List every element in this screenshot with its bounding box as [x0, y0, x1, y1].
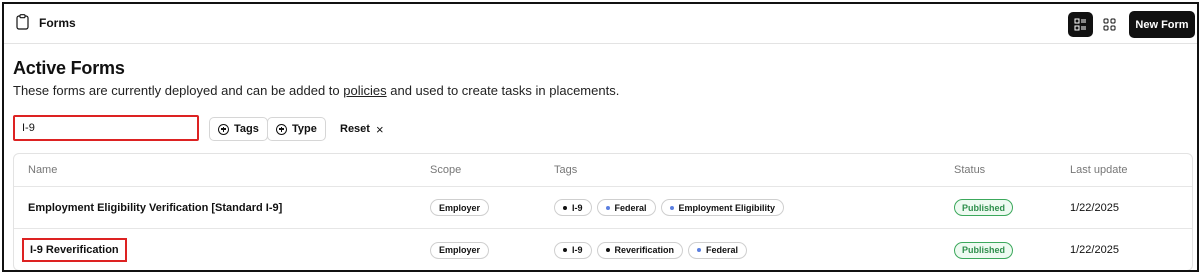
last-update: 1/22/2025 [1070, 244, 1119, 256]
forms-table: Name Scope Tags Status Last update Emplo… [13, 153, 1193, 270]
tag-dot-icon [605, 205, 610, 210]
table-header: Name Scope Tags Status Last update [14, 154, 1192, 187]
tags-filter-button[interactable]: Tags [209, 117, 268, 141]
tag-pill: Reverification [596, 241, 684, 259]
form-name-cell: I-9 Reverification [22, 238, 127, 262]
new-form-button[interactable]: New Form [1129, 11, 1195, 38]
tags-cell: I-9 Reverification Federal [554, 241, 748, 259]
tags-cell: I-9 Federal Employment Eligibility [554, 199, 785, 216]
column-header-name[interactable]: Name [28, 164, 57, 176]
tag-pill: I-9 [554, 241, 592, 259]
form-name[interactable]: Employment Eligibility Verification [Sta… [28, 202, 282, 214]
policies-link[interactable]: policies [343, 83, 386, 98]
list-view-icon [1074, 18, 1086, 31]
tag-label: Reverification [614, 245, 675, 255]
page-description: These forms are currently deployed and c… [13, 83, 619, 98]
status-badge: Published [954, 199, 1014, 216]
tag-label: Employment Eligibility [678, 202, 776, 213]
tag-label: Federal [614, 202, 647, 213]
column-header-tags[interactable]: Tags [554, 164, 577, 176]
last-update: 1/22/2025 [1070, 201, 1119, 214]
tag-label: Federal [706, 245, 739, 255]
scope-cell: Employer [430, 241, 490, 259]
tags-filter-label: Tags [234, 123, 259, 135]
type-filter-label: Type [292, 123, 317, 135]
page-title: Active Forms [13, 58, 125, 78]
search-input[interactable] [13, 115, 199, 141]
description-text-end: and used to create tasks in placements. [386, 83, 620, 98]
status-cell: Published [954, 241, 1014, 259]
column-header-scope[interactable]: Scope [430, 164, 461, 176]
scope-cell: Employer [430, 199, 490, 216]
description-text-start: These forms are currently deployed and c… [13, 83, 344, 98]
reset-label: Reset [340, 123, 370, 135]
reset-button[interactable]: Reset × [340, 117, 384, 141]
scope-badge: Employer [430, 241, 490, 259]
grid-view-icon [1103, 18, 1116, 31]
tag-pill: Federal [688, 241, 748, 259]
plus-circle-icon [218, 123, 229, 135]
tag-label: I-9 [572, 245, 583, 255]
tag-dot-icon [669, 205, 674, 210]
tag-dot-icon [697, 248, 702, 252]
tag-pill: Employment Eligibility [660, 199, 785, 216]
top-bar: Forms New Form [4, 4, 1197, 44]
app-title: Forms [39, 16, 76, 30]
plus-circle-icon [276, 123, 287, 135]
clipboard-icon [16, 14, 29, 30]
tag-dot-icon [563, 205, 567, 210]
tag-pill: Federal [596, 199, 656, 216]
status-cell: Published [954, 199, 1014, 216]
app-window: Forms New Form Active Forms These forms … [2, 2, 1199, 272]
column-header-last-update[interactable]: Last update [1070, 164, 1128, 176]
list-view-button[interactable] [1068, 12, 1093, 37]
tag-pill: I-9 [554, 199, 592, 216]
status-badge: Published [954, 241, 1014, 259]
scope-badge: Employer [430, 199, 490, 216]
column-header-status[interactable]: Status [954, 164, 985, 176]
grid-view-button[interactable] [1097, 12, 1122, 37]
tag-dot-icon [563, 248, 567, 252]
tag-dot-icon [605, 248, 610, 252]
close-icon: × [375, 121, 384, 137]
form-name[interactable]: I-9 Reverification [22, 238, 127, 262]
table-row[interactable]: Employment Eligibility Verification [Sta… [14, 187, 1192, 229]
tag-label: I-9 [572, 202, 583, 213]
type-filter-button[interactable]: Type [267, 117, 326, 141]
table-row[interactable]: I-9 Reverification Employer I-9 Reverifi… [14, 229, 1192, 270]
